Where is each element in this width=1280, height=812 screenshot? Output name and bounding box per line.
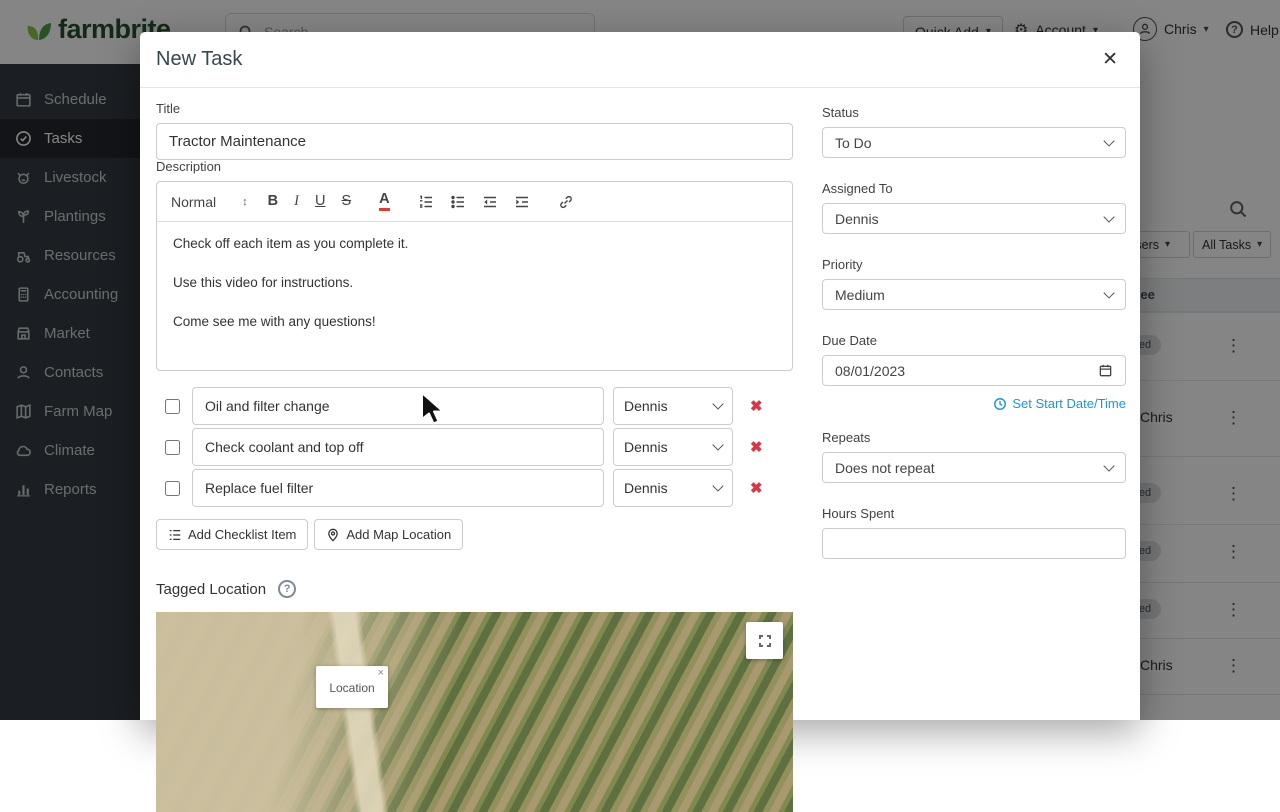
- map-preview[interactable]: × Location: [156, 612, 793, 812]
- strikethrough-button[interactable]: S: [341, 194, 351, 209]
- set-start-link[interactable]: Set Start Date/Time: [822, 396, 1126, 411]
- priority-value: Medium: [835, 286, 885, 303]
- italic-button[interactable]: I: [294, 194, 299, 209]
- due-date-group: Due Date 08/01/2023: [822, 334, 1126, 386]
- assignee-value: Dennis: [624, 398, 668, 414]
- status-group: Status To Do: [822, 106, 1126, 158]
- due-date-label: Due Date: [822, 333, 877, 348]
- modal-title: New Task: [156, 48, 243, 70]
- hours-label: Hours Spent: [822, 506, 895, 521]
- assigned-select[interactable]: Dennis: [822, 203, 1126, 234]
- modal-left-column: Title Description Normal ↕ B I U S A: [156, 102, 793, 812]
- title-label: Title: [156, 101, 181, 116]
- list-icon: [169, 529, 181, 540]
- add-checklist-label: Add Checklist Item: [188, 527, 297, 542]
- checklist: Dennis ✖ Dennis ✖ Dennis: [156, 387, 793, 507]
- underline-button[interactable]: U: [315, 194, 325, 209]
- calendar-icon: [1099, 364, 1112, 377]
- checklist-item-input[interactable]: [192, 387, 604, 425]
- chevron-down-icon: [1103, 459, 1115, 472]
- outdent-icon[interactable]: [482, 194, 498, 210]
- map-location-tooltip: × Location: [316, 666, 388, 708]
- checklist-row: Dennis ✖: [156, 387, 793, 425]
- checklist-row: Dennis ✖: [156, 428, 793, 466]
- checklist-row: Dennis ✖: [156, 469, 793, 507]
- hours-group: Hours Spent: [822, 507, 1126, 559]
- checklist-assignee-select[interactable]: Dennis: [613, 387, 733, 425]
- repeats-label: Repeats: [822, 430, 871, 445]
- checklist-checkbox[interactable]: [165, 480, 180, 496]
- status-label: Status: [822, 105, 859, 120]
- priority-group: Priority Medium: [822, 258, 1126, 310]
- style-label: Normal: [171, 193, 217, 210]
- tagged-location-label: Tagged Location: [156, 580, 267, 598]
- task-title-input[interactable]: [156, 123, 793, 160]
- link-icon[interactable]: [558, 194, 574, 210]
- description-label: Description: [156, 159, 222, 174]
- chevron-down-icon: [712, 439, 724, 451]
- checklist-checkbox[interactable]: [165, 439, 180, 455]
- clock-icon: [994, 397, 1007, 410]
- bold-button[interactable]: B: [268, 194, 278, 209]
- new-task-modal: New Task ✕ Title Description Normal ↕ B …: [140, 32, 1140, 812]
- checklist-item-input[interactable]: [192, 469, 604, 507]
- repeats-select[interactable]: Does not repeat: [822, 452, 1126, 483]
- delete-item-icon[interactable]: ✖: [750, 397, 763, 415]
- modal-header: New Task ✕: [140, 32, 1140, 88]
- status-select[interactable]: To Do: [822, 127, 1126, 158]
- tooltip-close-icon[interactable]: ×: [378, 667, 384, 679]
- priority-select[interactable]: Medium: [822, 279, 1126, 310]
- description-line: Check off each item as you complete it.: [173, 236, 409, 251]
- modal-right-column: Status To Do Assigned To Dennis Priority…: [822, 106, 1126, 583]
- checklist-assignee-select[interactable]: Dennis: [613, 469, 733, 507]
- add-map-label: Add Map Location: [346, 527, 452, 542]
- map-pin-icon: [328, 528, 339, 542]
- checklist-actions: Add Checklist Item Add Map Location: [156, 519, 793, 550]
- assigned-label: Assigned To: [822, 181, 893, 196]
- delete-item-icon[interactable]: ✖: [750, 438, 763, 456]
- checklist-item-input[interactable]: [192, 428, 604, 466]
- checklist-checkbox[interactable]: [165, 398, 180, 414]
- priority-label: Priority: [822, 257, 863, 272]
- fullscreen-button[interactable]: [746, 622, 783, 659]
- description-content[interactable]: Check off each item as you complete it. …: [157, 222, 792, 370]
- tooltip-label: Location: [329, 681, 375, 695]
- chevron-down-icon: [712, 398, 724, 410]
- chevron-down-icon: [712, 480, 724, 492]
- tagged-location-header: Tagged Location ?: [156, 580, 793, 598]
- checklist-assignee-select[interactable]: Dennis: [613, 428, 733, 466]
- help-icon[interactable]: ?: [278, 580, 297, 598]
- assignee-value: Dennis: [624, 480, 668, 496]
- paragraph-style-select[interactable]: Normal ↕: [171, 194, 248, 210]
- text-color-button[interactable]: A: [379, 192, 390, 211]
- close-icon[interactable]: ✕: [1102, 48, 1118, 71]
- due-date-input[interactable]: 08/01/2023: [822, 355, 1126, 386]
- updown-icon: ↕: [242, 195, 248, 208]
- indent-icon[interactable]: [514, 194, 530, 210]
- bullet-list-icon[interactable]: [450, 194, 466, 210]
- description-editor: Normal ↕ B I U S A Check off each item a…: [156, 181, 793, 371]
- editor-toolbar: Normal ↕ B I U S A: [157, 182, 792, 222]
- chevron-down-icon: [1103, 134, 1115, 147]
- assigned-group: Assigned To Dennis: [822, 182, 1126, 234]
- assigned-value: Dennis: [835, 210, 879, 227]
- repeats-value: Does not repeat: [835, 459, 935, 476]
- add-checklist-item-button[interactable]: Add Checklist Item: [156, 519, 309, 550]
- description-line: Come see me with any questions!: [173, 314, 376, 329]
- fullscreen-icon: [758, 634, 771, 647]
- repeats-group: Repeats Does not repeat: [822, 431, 1126, 483]
- delete-item-icon[interactable]: ✖: [750, 479, 763, 497]
- status-value: To Do: [835, 134, 872, 151]
- set-start-label: Set Start Date/Time: [1012, 396, 1126, 411]
- description-line: Use this video for instructions.: [173, 275, 354, 290]
- add-map-location-button[interactable]: Add Map Location: [314, 519, 464, 550]
- assignee-value: Dennis: [624, 439, 668, 455]
- chevron-down-icon: [1103, 286, 1115, 299]
- ordered-list-icon[interactable]: [418, 194, 434, 210]
- hours-input[interactable]: [822, 528, 1126, 559]
- chevron-down-icon: [1103, 210, 1115, 223]
- due-date-value: 08/01/2023: [835, 362, 906, 379]
